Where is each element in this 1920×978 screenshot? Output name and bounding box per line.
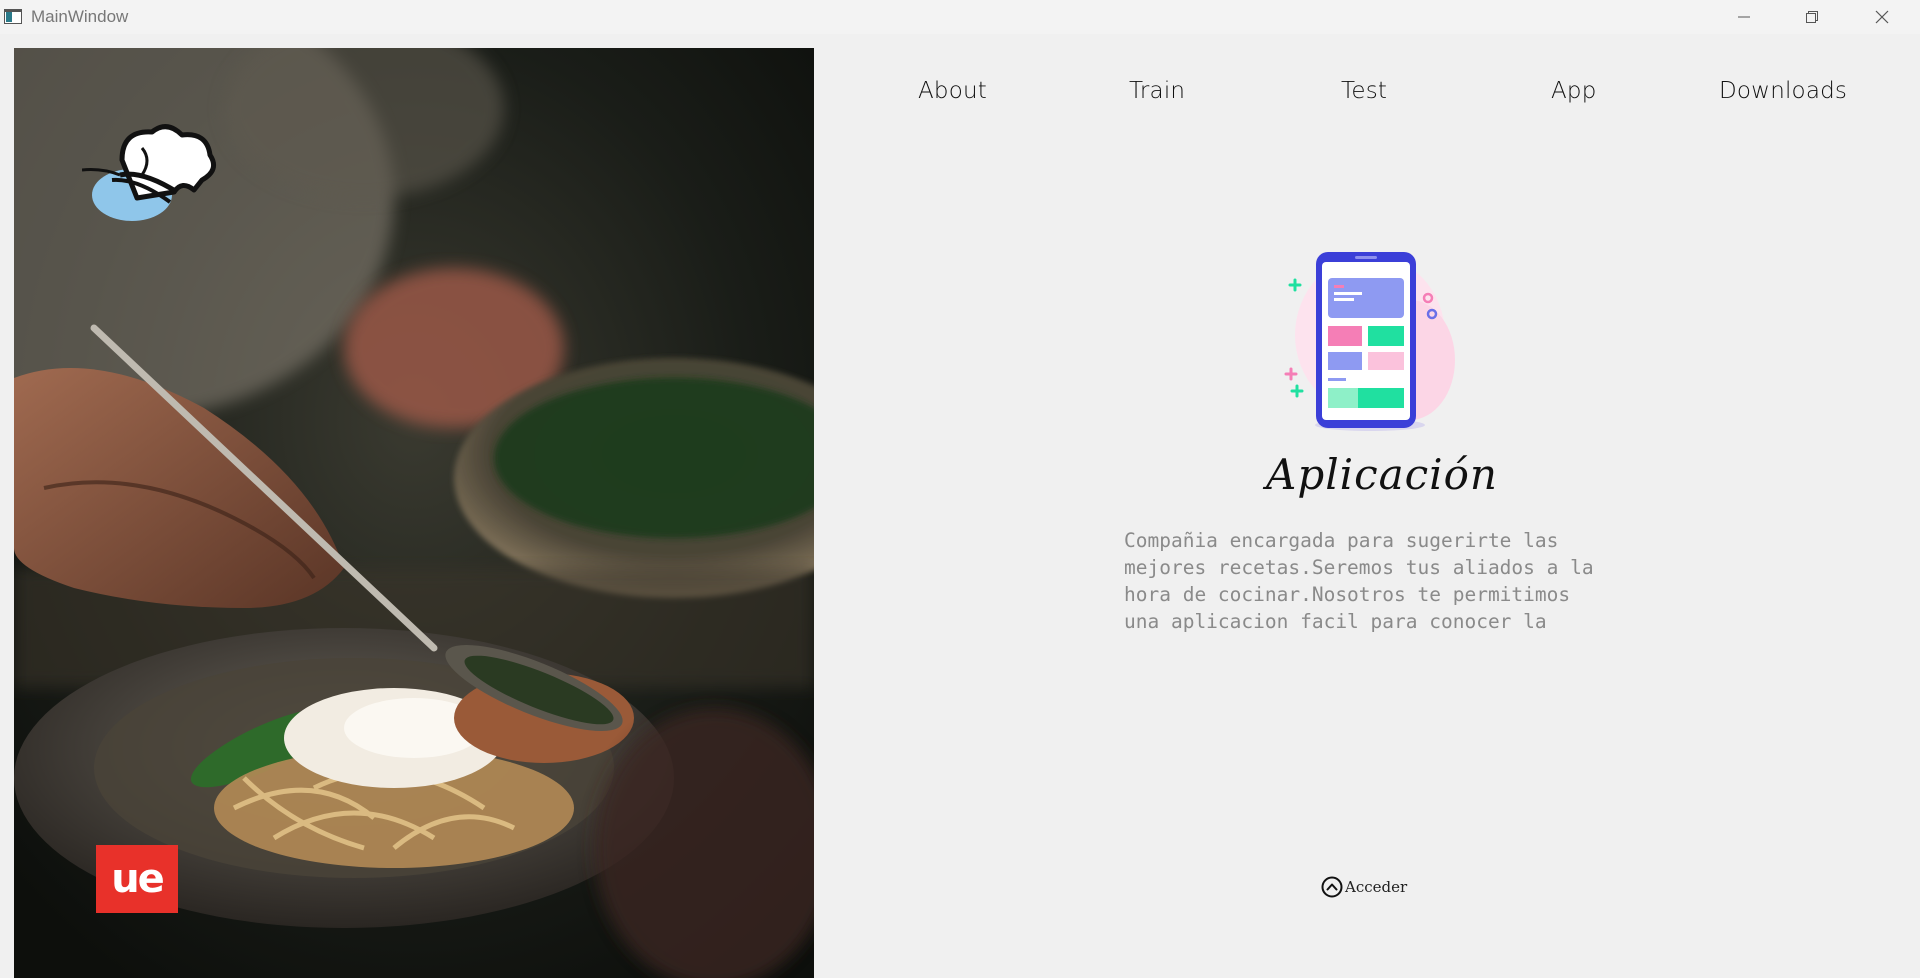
minimize-icon — [1738, 16, 1750, 18]
window-icon — [4, 9, 22, 24]
ue-logo: ue — [96, 845, 178, 913]
chef-hat-logo — [82, 120, 222, 230]
nav-about[interactable]: About — [918, 78, 987, 104]
window-title: MainWindow — [31, 7, 129, 26]
close-button[interactable] — [1848, 0, 1916, 34]
access-button[interactable]: Acceder — [1321, 876, 1407, 898]
chevron-up-circle-icon — [1321, 876, 1343, 898]
nav-app[interactable]: App — [1551, 78, 1597, 104]
nav-downloads[interactable]: Downloads — [1719, 78, 1847, 104]
app-illustration — [1260, 240, 1480, 440]
description-text: Compañia encargada para sugerirte las me… — [1124, 529, 1594, 633]
chef-hat-icon — [82, 124, 217, 221]
restore-button[interactable] — [1778, 0, 1846, 34]
nav-test[interactable]: Test — [1341, 78, 1387, 104]
minimize-button[interactable] — [1710, 0, 1778, 34]
food-photo: ue — [14, 48, 814, 978]
restore-icon — [1806, 11, 1818, 23]
mobile-app-icon — [1284, 252, 1455, 431]
ue-logo-text: ue — [111, 856, 165, 902]
close-icon — [1875, 10, 1889, 24]
nav-train[interactable]: Train — [1129, 78, 1185, 104]
main-window: MainWindow ue About Train Test App Downl… — [0, 0, 1920, 978]
title-bar: MainWindow — [0, 0, 1920, 34]
access-label: Acceder — [1345, 878, 1408, 896]
page-title: Aplicación — [1266, 450, 1498, 499]
